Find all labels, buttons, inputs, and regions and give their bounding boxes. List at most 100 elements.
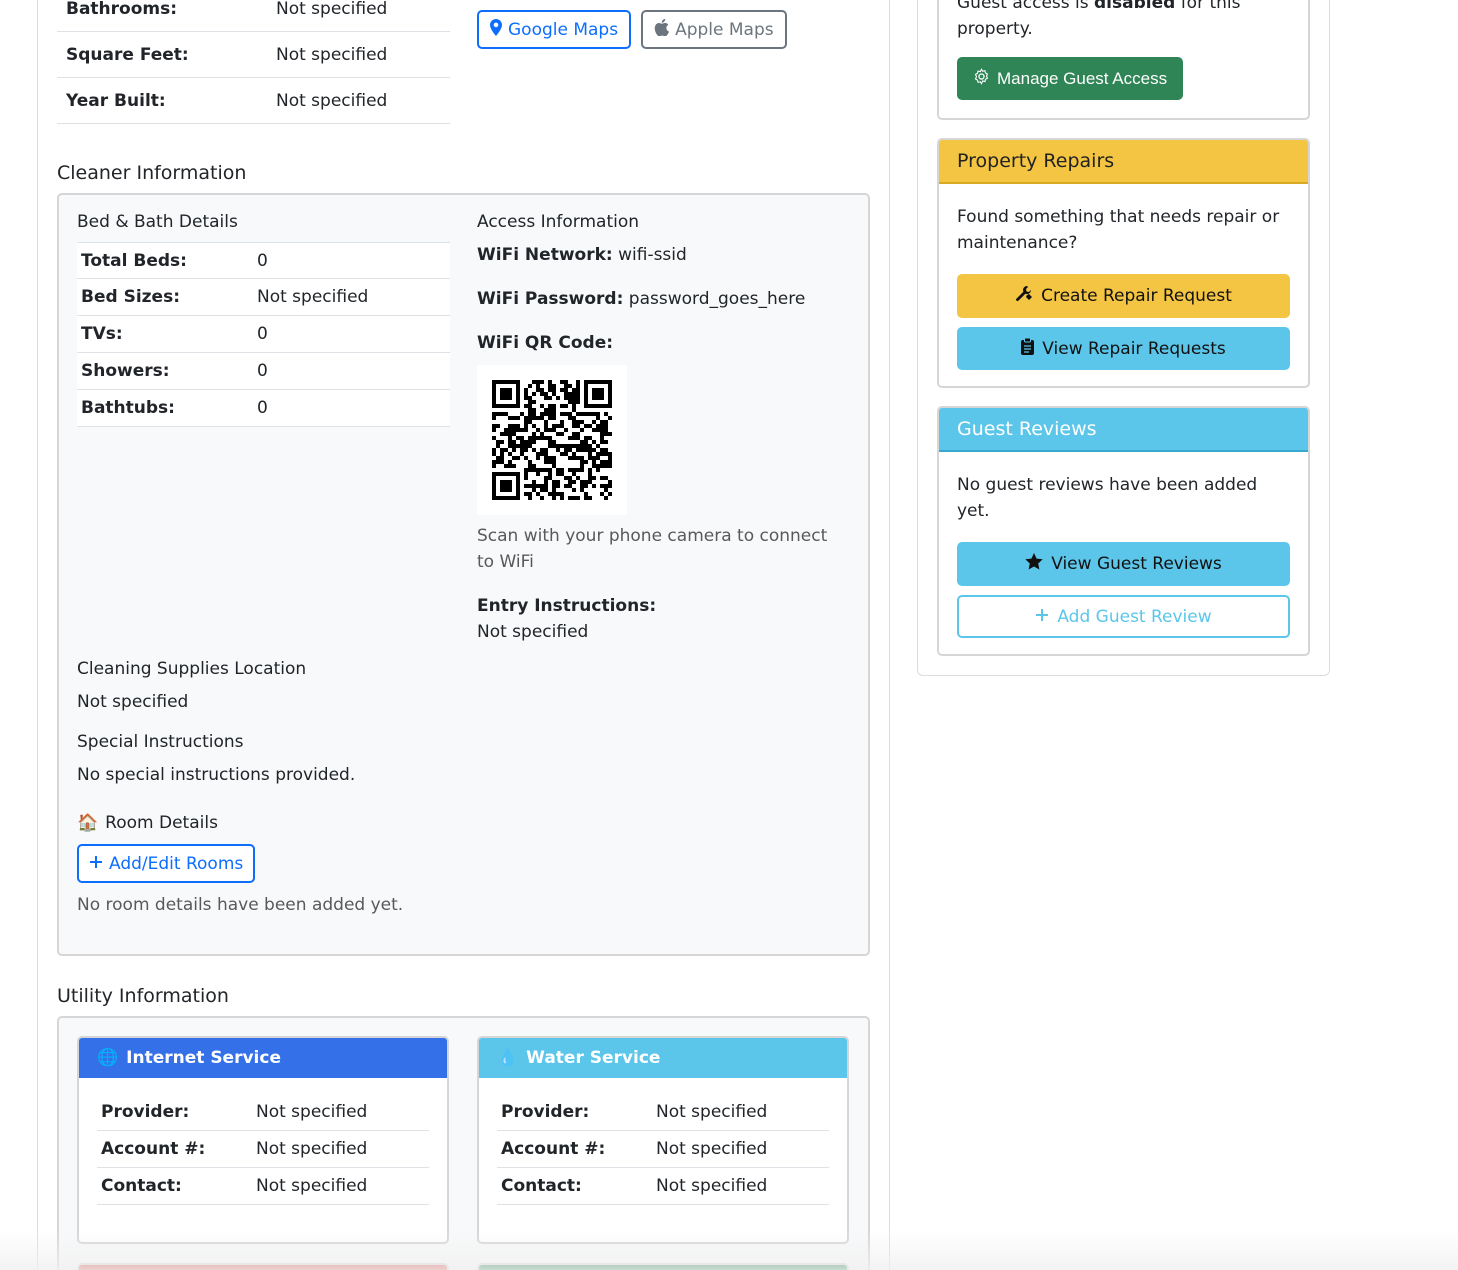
qr-module	[584, 492, 588, 496]
qr-module	[548, 492, 552, 496]
qr-module	[592, 464, 596, 468]
property-repairs-title: Property Repairs	[957, 150, 1115, 172]
qr-module	[576, 420, 580, 424]
qr-module	[540, 380, 544, 384]
qr-module	[584, 496, 588, 500]
qr-module	[520, 440, 524, 444]
special-instructions-heading: Special Instructions	[77, 732, 244, 752]
qr-module	[588, 424, 592, 428]
bed-bath-table: Total Beds: 0 Bed Sizes: Not specified T…	[77, 242, 450, 427]
qr-module	[552, 384, 556, 388]
qr-module	[532, 480, 536, 484]
row-value: Not specified	[276, 44, 388, 65]
view-repair-requests-button[interactable]: View Repair Requests	[957, 327, 1290, 370]
qr-module	[584, 484, 588, 488]
add-guest-review-button[interactable]: Add Guest Review	[957, 595, 1290, 638]
qr-module	[584, 480, 588, 484]
qr-module	[528, 416, 532, 420]
qr-module	[608, 452, 612, 456]
qr-module	[580, 488, 584, 492]
qr-module	[524, 404, 528, 408]
qr-module	[592, 484, 596, 488]
qr-module	[552, 416, 556, 420]
qr-module	[552, 492, 556, 496]
plus-icon	[1035, 607, 1049, 627]
qr-module	[604, 412, 608, 416]
qr-module	[576, 432, 580, 436]
qr-module	[492, 448, 496, 452]
qr-module	[496, 424, 500, 428]
qr-module	[548, 380, 552, 384]
qr-module	[580, 420, 584, 424]
row-label: Account #:	[501, 1139, 606, 1159]
qr-module	[572, 444, 576, 448]
google-maps-button[interactable]: Google Maps	[477, 10, 632, 49]
qr-module	[496, 460, 500, 464]
view-guest-reviews-label: View Guest Reviews	[1051, 554, 1222, 574]
qr-module	[572, 432, 576, 436]
qr-module	[564, 476, 568, 480]
qr-module	[528, 396, 532, 400]
row-value: Not specified	[257, 287, 369, 307]
apple-maps-button[interactable]: Apple Maps	[641, 10, 787, 49]
qr-module	[572, 400, 576, 404]
qr-module	[600, 452, 604, 456]
wifi-qr-label: WiFi QR Code:	[477, 333, 614, 353]
qr-module	[524, 444, 528, 448]
qr-module	[572, 420, 576, 424]
manage-guest-access-button[interactable]: Manage Guest Access	[957, 57, 1184, 100]
room-empty-text: No room details have been added yet.	[77, 895, 404, 915]
qr-module	[540, 496, 544, 500]
guest-access-text: for this	[1175, 0, 1241, 13]
qr-module	[556, 396, 560, 400]
row-label: Account #:	[101, 1139, 206, 1159]
table-row: Showers: 0	[77, 353, 450, 390]
qr-module	[560, 496, 564, 500]
view-guest-reviews-button[interactable]: View Guest Reviews	[957, 542, 1290, 586]
table-row: Bed Sizes: Not specified	[77, 279, 450, 316]
add-edit-rooms-button[interactable]: Add/Edit Rooms	[77, 844, 256, 883]
qr-module	[596, 428, 600, 432]
qr-module	[548, 384, 552, 388]
qr-module	[532, 412, 536, 416]
qr-module	[524, 440, 528, 444]
qr-module	[492, 464, 496, 468]
qr-module	[536, 456, 540, 460]
qr-module	[508, 436, 512, 440]
qr-module	[524, 388, 528, 392]
row-value: 0	[257, 361, 268, 381]
qr-module	[600, 436, 604, 440]
qr-module	[512, 464, 516, 468]
qr-module	[496, 444, 500, 448]
qr-module	[492, 436, 496, 440]
row-label: Total Beds:	[81, 250, 187, 271]
qr-module	[592, 440, 596, 444]
qr-module	[588, 480, 592, 484]
special-instructions-value: No special instructions provided.	[77, 765, 356, 785]
qr-module	[532, 484, 536, 488]
qr-module	[604, 496, 608, 500]
qr-module	[548, 416, 552, 420]
row-value: Not specified	[656, 1139, 768, 1159]
qr-module	[600, 420, 604, 424]
qr-module	[532, 440, 536, 444]
qr-module	[576, 444, 580, 448]
reviews-description: No guest reviews have been added yet.	[957, 472, 1290, 524]
qr-module	[528, 484, 532, 488]
qr-module	[520, 444, 524, 448]
row-label: Provider:	[101, 1102, 190, 1122]
qr-module	[600, 484, 604, 488]
repairs-text: Found something that needs repair or	[957, 207, 1280, 227]
wifi-qr-heading: WiFi QR Code:	[477, 333, 613, 353]
qr-module	[572, 408, 576, 412]
qr-module	[576, 400, 580, 404]
qr-module	[528, 420, 532, 424]
qr-module	[608, 416, 612, 420]
qr-module	[508, 452, 512, 456]
qr-module	[596, 412, 600, 416]
create-repair-request-button[interactable]: Create Repair Request	[957, 274, 1290, 318]
qr-module	[524, 416, 528, 420]
qr-module	[532, 432, 536, 436]
qr-module	[592, 476, 596, 480]
qr-module	[572, 424, 576, 428]
